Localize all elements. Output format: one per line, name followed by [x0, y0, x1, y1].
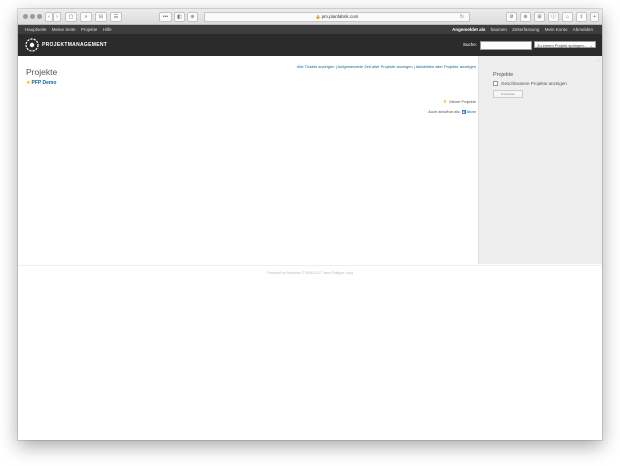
extension-icon[interactable]: ⊕	[187, 12, 198, 22]
footer: Powered by Redmine © 2006-2017 Jean-Phil…	[18, 265, 602, 440]
lock-icon: 🔒	[315, 14, 321, 19]
share-menu-icon[interactable]: »	[80, 12, 92, 22]
settings-icon[interactable]: ⚙	[506, 12, 517, 22]
sidebar: ▫ Projekte Geschlossene Projekte anzeige…	[478, 56, 602, 264]
star-icon: ★	[442, 99, 448, 105]
project-jump-select[interactable]: Zu einem Projekt springen... ⌄	[534, 41, 596, 48]
menu-time-tracking[interactable]: Zeiterfassung	[512, 27, 539, 32]
user-link[interactable]: baumen	[491, 27, 507, 32]
app-header: PROJEKTMANAGEMENT Suche: Zu einem Projek…	[18, 34, 602, 56]
minimize-window-button[interactable]	[30, 14, 35, 19]
sidebar-toggle-icon[interactable]: ▫	[598, 58, 599, 63]
menu-logout[interactable]: Abmelden	[573, 27, 593, 32]
project-link[interactable]: PFP Demo	[31, 80, 56, 86]
footer-text: Powered by Redmine © 2006-2017 Jean-Phil…	[267, 271, 353, 275]
apply-button[interactable]: Anwenden	[493, 90, 523, 98]
activity-link[interactable]: Aktivitäten aller Projekte anzeigen	[416, 64, 476, 69]
url-text: pm.planfabrik.com	[321, 14, 359, 19]
close-window-button[interactable]	[23, 14, 28, 19]
reload-icon[interactable]: ↻	[460, 13, 464, 21]
search-input[interactable]	[480, 41, 532, 50]
extension-2-icon[interactable]: ⊕	[520, 12, 531, 22]
tab-overview-icon[interactable]: ☰	[110, 12, 122, 22]
top-menu: Hauptseite Meine Seite Projekte Hilfe An…	[18, 25, 602, 34]
my-projects-label: Meine Projekte	[449, 99, 476, 104]
my-projects-legend: ★ Meine Projekte	[443, 99, 476, 105]
logo-icon	[25, 38, 39, 52]
sidebar-toggle-icon[interactable]: ▢	[65, 12, 77, 22]
chevron-down-icon: ⌄	[589, 43, 593, 48]
info-icon[interactable]: ⓘ	[548, 12, 559, 22]
search-label: Suche:	[463, 42, 478, 47]
back-button[interactable]: ‹	[45, 12, 53, 22]
star-icon: ★	[26, 80, 31, 86]
grid-icon[interactable]: ⊞	[534, 12, 545, 22]
spent-time-link[interactable]: Aufgewendete Zeit aller Projekte anzeige…	[338, 64, 413, 69]
feed-icon: ◉	[461, 109, 466, 114]
contextual-links: Alle Tickets anzeigen | Aufgewendete Zei…	[297, 64, 476, 69]
menu-my-account[interactable]: Mein Konto	[545, 27, 568, 32]
closed-projects-option[interactable]: Geschlossene Projekte anzeigen	[493, 81, 567, 86]
split-view-icon[interactable]: ◧	[174, 12, 185, 22]
browser-window: ‹ › ▢ » ⊟ ☰ ••• ◧ ⊕ 🔒pm.planfabrik.com ↻…	[18, 9, 602, 440]
logged-in-as: Angemeldet als baumen	[452, 27, 507, 32]
closed-projects-checkbox[interactable]	[493, 81, 498, 86]
forward-button[interactable]: ›	[53, 12, 61, 22]
atom-link[interactable]: Atom	[467, 109, 476, 114]
sidebar-title: Projekte	[493, 72, 514, 78]
menu-my-page[interactable]: Meine Seite	[52, 27, 76, 32]
address-bar[interactable]: 🔒pm.planfabrik.com ↻	[204, 12, 470, 22]
home-icon[interactable]: ⌂	[562, 12, 573, 22]
menu-home[interactable]: Hauptseite	[25, 27, 47, 32]
more-icon[interactable]: •••	[159, 12, 172, 22]
other-formats: Auch abrufbar als: ◉ Atom	[428, 109, 476, 114]
logged-in-label: Angemeldet als	[452, 27, 486, 32]
zoom-window-button[interactable]	[37, 14, 42, 19]
also-available-label: Auch abrufbar als:	[428, 109, 461, 114]
closed-projects-label: Geschlossene Projekte anzeigen	[501, 81, 567, 86]
all-issues-link[interactable]: Alle Tickets anzeigen	[297, 64, 335, 69]
project-jump-placeholder: Zu einem Projekt springen...	[537, 43, 588, 48]
new-tab-icon[interactable]: +	[590, 12, 599, 22]
main-content: Projekte Alle Tickets anzeigen | Aufgewe…	[18, 56, 478, 264]
share-icon[interactable]: ⇪	[576, 12, 587, 22]
reader-icon[interactable]: ⊟	[95, 12, 107, 22]
project-list-item[interactable]: ★PFP Demo	[26, 80, 56, 86]
browser-toolbar: ‹ › ▢ » ⊟ ☰ ••• ◧ ⊕ 🔒pm.planfabrik.com ↻…	[18, 9, 602, 25]
app-title: PROJEKTMANAGEMENT	[42, 42, 108, 48]
menu-help[interactable]: Hilfe	[103, 27, 112, 32]
menu-projects[interactable]: Projekte	[81, 27, 98, 32]
page-title: Projekte	[26, 67, 58, 77]
